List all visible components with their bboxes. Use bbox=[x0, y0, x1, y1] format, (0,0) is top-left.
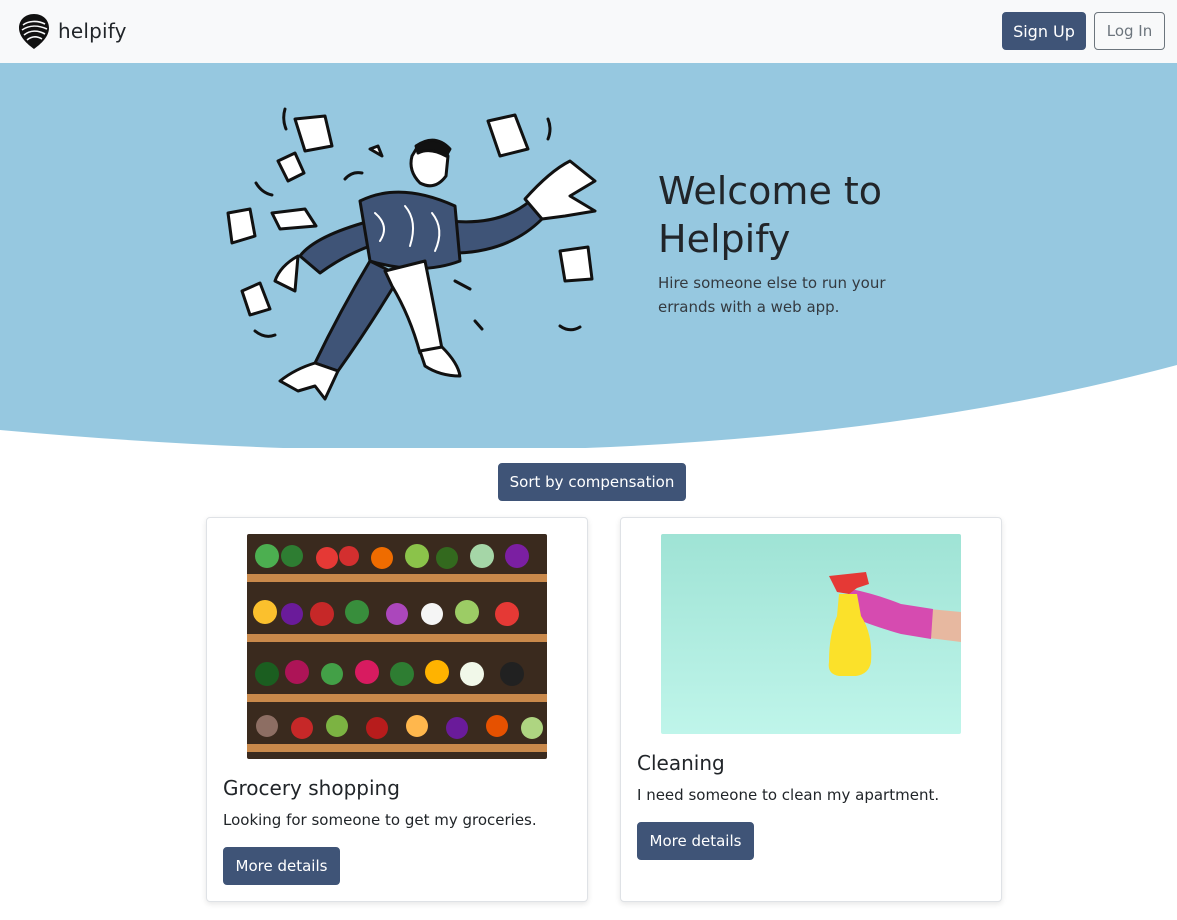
navbar: helpify Sign Up Log In bbox=[0, 0, 1177, 63]
card-description: Looking for someone to get my groceries. bbox=[223, 811, 537, 829]
brand-link[interactable]: helpify bbox=[18, 12, 127, 50]
card-description: I need someone to clean my apartment. bbox=[637, 786, 940, 804]
sort-by-compensation-button[interactable]: Sort by compensation bbox=[498, 463, 686, 501]
errand-card-cleaning: Cleaning I need someone to clean my apar… bbox=[620, 517, 1002, 902]
grocery-shelves-photo-icon bbox=[247, 534, 547, 759]
helpify-logo-icon bbox=[19, 14, 49, 49]
card-title: Cleaning bbox=[637, 751, 725, 775]
more-details-button[interactable]: More details bbox=[223, 847, 340, 885]
hero-subtitle: Hire someone else to run your errands wi… bbox=[658, 274, 886, 316]
spray-bottle-photo-icon bbox=[661, 534, 961, 734]
more-details-button[interactable]: More details bbox=[637, 822, 754, 860]
sign-up-button[interactable]: Sign Up bbox=[1002, 12, 1086, 50]
log-in-button[interactable]: Log In bbox=[1094, 12, 1165, 50]
hero-section: Welcome to Helpify Hire someone else to … bbox=[0, 63, 1177, 448]
errand-card-grocery: Grocery shopping Looking for someone to … bbox=[206, 517, 588, 902]
brand-name: helpify bbox=[58, 19, 127, 43]
juggling-man-illustration-icon bbox=[226, 107, 597, 401]
card-title: Grocery shopping bbox=[223, 776, 400, 800]
hero-title: Welcome to Helpify bbox=[658, 169, 883, 261]
